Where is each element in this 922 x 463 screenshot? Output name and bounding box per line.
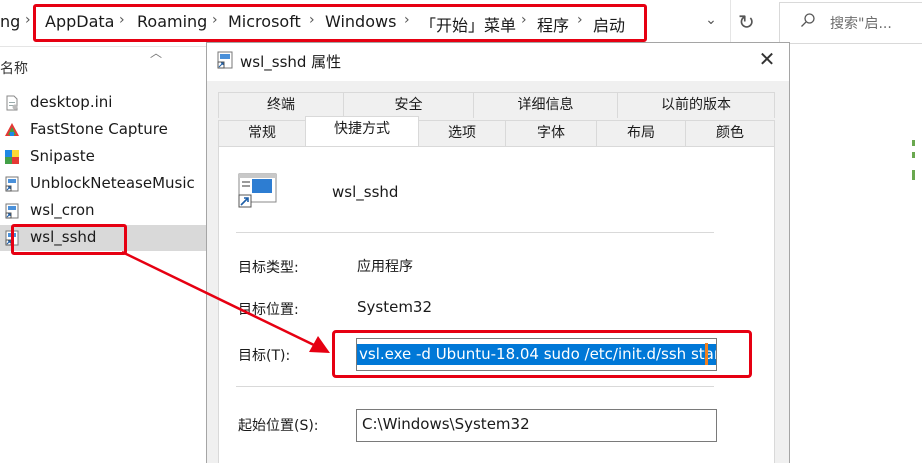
dialog-title: wsl_sshd 属性 [240, 53, 342, 71]
shortcut-icon [238, 173, 278, 213]
ini-file-icon [4, 95, 20, 111]
tab-details[interactable]: 详细信息 [473, 92, 618, 118]
tab-shortcut[interactable]: 快捷方式 [305, 116, 419, 146]
target-location-value: System32 [357, 298, 433, 316]
file-name: wsl_cron [30, 201, 95, 219]
breadcrumb-item[interactable]: ng [0, 12, 20, 31]
tab-colors[interactable]: 颜色 [685, 120, 775, 146]
file-name: Snipaste [30, 147, 95, 165]
red-highlight-box [11, 224, 127, 255]
list-item[interactable]: Snipaste [0, 144, 206, 170]
file-name: FastStone Capture [30, 120, 168, 138]
tab-layout[interactable]: 布局 [596, 120, 686, 146]
target-label: 目标(T): [238, 348, 291, 364]
sort-arrow-icon: ︿ [150, 46, 163, 60]
list-item[interactable]: desktop.ini [0, 90, 206, 116]
search-placeholder: 搜索"启... [830, 16, 892, 32]
target-type-value: 应用程序 [357, 259, 413, 275]
tab-security[interactable]: 安全 [343, 92, 474, 118]
shortcut-name: wsl_sshd [332, 183, 399, 201]
window-edge-marker [912, 140, 916, 185]
faststone-capture-icon [4, 122, 20, 138]
red-highlight-box [332, 330, 752, 378]
snipaste-icon [4, 149, 20, 165]
tab-general[interactable]: 常规 [218, 120, 306, 146]
start-in-input-value: C:\Windows\System32 [362, 415, 530, 433]
chevron-right-icon[interactable]: › [25, 12, 31, 28]
red-highlight-box [33, 4, 647, 42]
divider [236, 232, 714, 233]
start-in-input[interactable]: C:\Windows\System32 [356, 409, 717, 442]
tab-font[interactable]: 字体 [505, 120, 597, 146]
start-in-label: 起始位置(S): [238, 418, 319, 434]
list-item[interactable]: FastStone Capture [0, 117, 206, 143]
close-icon[interactable]: ✕ [756, 48, 778, 70]
list-item[interactable]: UnblockNeteaseMusic [0, 171, 206, 197]
tab-options[interactable]: 选项 [418, 120, 506, 146]
divider [236, 386, 714, 387]
target-location-label: 目标位置: [238, 302, 299, 318]
refresh-icon[interactable]: ↻ [738, 10, 755, 34]
shortcut-file-icon [4, 203, 20, 219]
file-name: desktop.ini [30, 93, 113, 111]
tab-terminal[interactable]: 终端 [218, 92, 344, 118]
file-name: UnblockNeteaseMusic [30, 174, 195, 192]
tab-previous-versions[interactable]: 以前的版本 [617, 92, 775, 118]
chevron-down-icon[interactable]: ⌄ [700, 12, 722, 34]
search-icon [800, 12, 816, 32]
list-item[interactable]: wsl_cron [0, 198, 206, 224]
target-type-label: 目标类型: [238, 260, 299, 276]
shortcut-file-icon [4, 176, 20, 192]
column-header-name[interactable]: 名称 [0, 58, 28, 78]
dialog-title-icon [216, 51, 234, 73]
